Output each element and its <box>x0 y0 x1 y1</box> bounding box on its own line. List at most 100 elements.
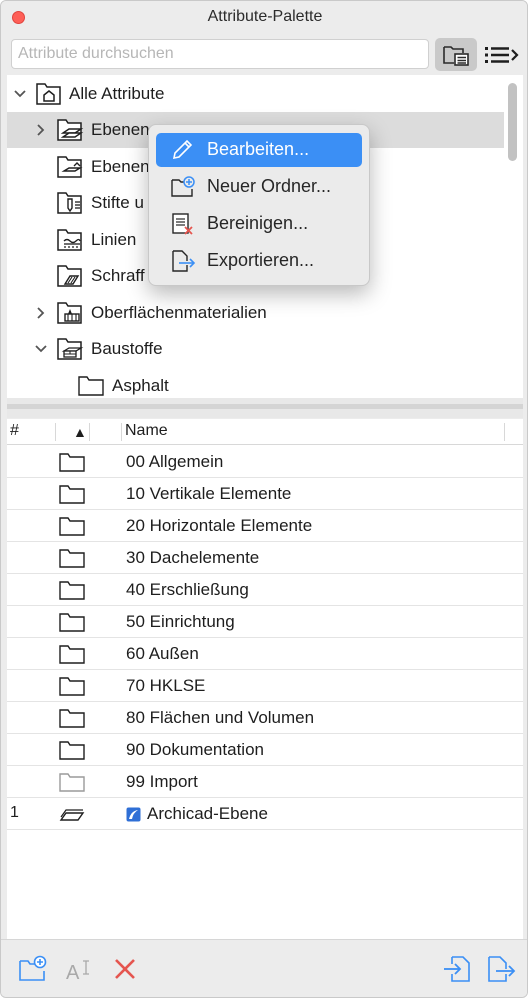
column-header-name[interactable]: Name <box>125 422 168 440</box>
row-name: Archicad-Ebene <box>147 804 268 823</box>
layer-icon <box>59 809 85 821</box>
house-folder-icon <box>36 83 61 105</box>
column-header-number[interactable]: # <box>10 422 19 440</box>
sort-ascending-icon[interactable]: ▲ <box>73 424 87 440</box>
menu-label-neuer-ordner: Neuer Ordner... <box>207 176 332 196</box>
tree-label-asphalt: Asphalt <box>112 376 169 395</box>
import-icon <box>444 956 470 982</box>
delete-icon <box>115 959 135 979</box>
row-name: 70 HKLSE <box>126 676 206 695</box>
export-button[interactable] <box>485 953 517 985</box>
new-folder-icon <box>19 955 47 981</box>
import-button[interactable] <box>441 953 473 985</box>
column-divider[interactable] <box>55 423 56 441</box>
table-row[interactable]: 10 Vertikale Elemente <box>7 478 523 510</box>
folder-icon <box>78 376 104 396</box>
chevron-down-icon[interactable] <box>13 87 27 101</box>
row-name: 90 Dokumentation <box>126 740 264 759</box>
export-icon <box>488 956 516 982</box>
tree-label-ebenen: Ebenen <box>91 120 150 139</box>
bottom-toolbar: A <box>1 939 527 997</box>
layers-folder-icon <box>57 119 84 141</box>
menu-item-bereinigen[interactable]: Bereinigen... <box>156 207 362 241</box>
new-folder-button[interactable] <box>17 953 49 985</box>
search-input[interactable] <box>11 39 429 69</box>
splitter-handle[interactable] <box>7 404 523 409</box>
table-row[interactable]: 80 Flächen und Volumen <box>7 702 523 734</box>
list-menu-icon <box>485 46 519 63</box>
rename-button[interactable]: A <box>63 953 95 985</box>
tree-item-baustoffe[interactable]: Baustoffe <box>7 331 504 367</box>
folder-icon <box>59 773 85 792</box>
chevron-right-icon[interactable] <box>34 306 48 320</box>
table-row[interactable]: 1 Archicad-Ebene <box>7 798 523 830</box>
folder-icon <box>59 453 85 472</box>
folder-view-button[interactable] <box>435 38 477 71</box>
row-name: 40 Erschließung <box>126 580 249 599</box>
fills-folder-icon <box>57 265 82 287</box>
chevron-down-icon[interactable] <box>34 342 48 356</box>
export-icon <box>172 250 196 272</box>
folder-icon <box>59 581 85 600</box>
archicad-layer-icon <box>126 807 141 822</box>
context-menu: Bearbeiten... Neuer Ordner... Bereinigen… <box>148 124 370 286</box>
layer-combination-folder-icon <box>57 156 83 178</box>
lines-folder-icon <box>57 229 82 251</box>
row-name: 00 Allgemein <box>126 452 224 471</box>
tree-label-linien: Linien <box>91 230 137 249</box>
folder-icon <box>59 485 85 504</box>
attribute-table[interactable]: # ▲ Name 00 Allgemein 10 Vertikale Elemen… <box>7 419 523 939</box>
tree-label-schraffuren: Schraff <box>91 266 145 285</box>
table-row[interactable]: 90 Dokumentation <box>7 734 523 766</box>
menu-label-bereinigen: Bereinigen... <box>207 213 309 233</box>
menu-item-neuer-ordner[interactable]: Neuer Ordner... <box>156 170 362 204</box>
menu-item-exportieren[interactable]: Exportieren... <box>156 244 362 278</box>
table-row[interactable]: 40 Erschließung <box>7 574 523 606</box>
row-name: 10 Vertikale Elemente <box>126 484 292 503</box>
table-header: # ▲ Name <box>7 419 523 445</box>
table-row[interactable]: 20 Horizontale Elemente <box>7 510 523 542</box>
tree-scrollbar[interactable] <box>508 83 517 161</box>
title-bar[interactable]: Attribute-Palette <box>1 1 527 33</box>
tree-label-baustoffe: Baustoffe <box>91 339 163 358</box>
table-row[interactable]: 50 Einrichtung <box>7 606 523 638</box>
column-divider[interactable] <box>121 423 122 441</box>
folder-icon <box>59 517 85 536</box>
tree-label-oberflaechenmaterialien: Oberflächenmaterialien <box>91 303 267 322</box>
folder-list-icon <box>443 45 469 66</box>
tree-label-ebenenkombinationen: Ebenen <box>91 157 150 176</box>
row-name: 99 Import <box>126 772 198 791</box>
folder-icon <box>59 549 85 568</box>
folder-icon <box>59 677 85 696</box>
row-name: 80 Flächen und Volumen <box>126 708 315 727</box>
column-divider[interactable] <box>504 423 505 441</box>
delete-button[interactable] <box>109 953 141 985</box>
tree-item-oberflaechenmaterialien[interactable]: Oberflächenmaterialien <box>7 295 504 331</box>
menu-item-bearbeiten[interactable]: Bearbeiten... <box>156 133 362 167</box>
table-row[interactable]: 60 Außen <box>7 638 523 670</box>
table-row[interactable]: 30 Dachelemente <box>7 542 523 574</box>
tree-label-stifte: Stifte u <box>91 193 144 212</box>
column-divider[interactable] <box>89 423 90 441</box>
row-name: 20 Horizontale Elemente <box>126 516 313 535</box>
purge-icon <box>172 213 193 235</box>
panel-splitter[interactable] <box>7 398 523 418</box>
tree-item-alle-attribute[interactable]: Alle Attribute <box>7 76 504 112</box>
row-number: 1 <box>10 804 19 821</box>
folder-icon <box>59 709 85 728</box>
surfaces-folder-icon <box>57 302 82 324</box>
tree-item-asphalt[interactable]: Asphalt <box>7 368 504 398</box>
rename-icon: A <box>66 960 89 983</box>
folder-icon <box>59 613 85 632</box>
row-name: 30 Dachelemente <box>126 548 260 567</box>
folder-icon <box>59 741 85 760</box>
chevron-right-icon[interactable] <box>34 123 48 137</box>
table-row[interactable]: 99 Import <box>7 766 523 798</box>
svg-text:A: A <box>66 962 80 983</box>
folder-icon <box>59 645 85 664</box>
table-row[interactable]: 70 HKLSE <box>7 670 523 702</box>
table-row[interactable]: 00 Allgemein <box>7 446 523 478</box>
list-menu-button[interactable] <box>482 38 522 71</box>
new-folder-icon <box>171 176 195 197</box>
row-name: 60 Außen <box>126 644 199 663</box>
